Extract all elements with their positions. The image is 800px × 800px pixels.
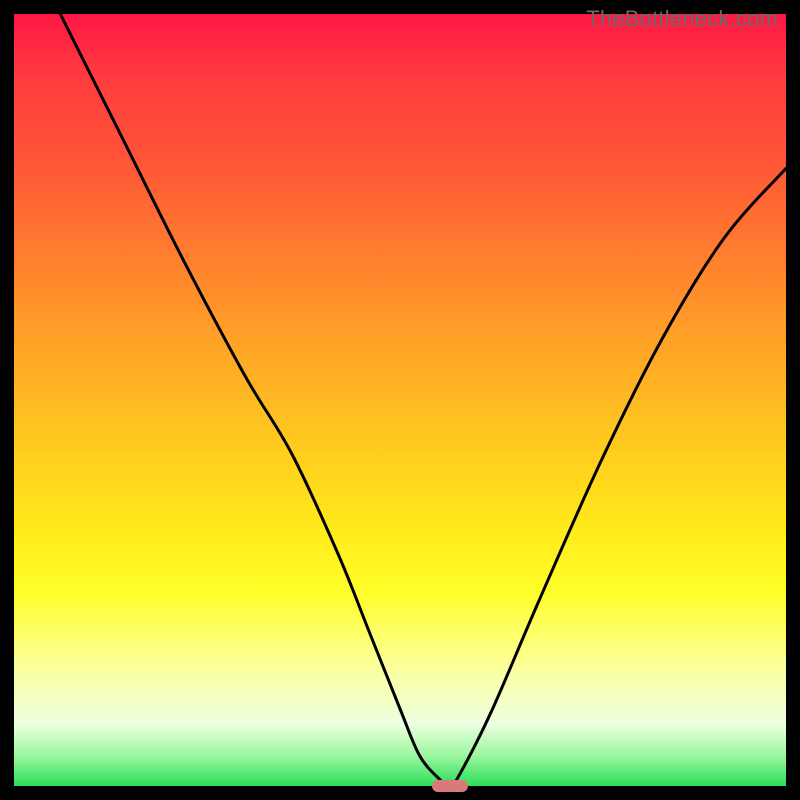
watermark-text: TheBottleneck.com — [586, 6, 778, 32]
chart-frame: TheBottleneck.com — [0, 0, 800, 800]
minimum-marker — [432, 780, 468, 792]
bottleneck-curve — [14, 14, 786, 786]
